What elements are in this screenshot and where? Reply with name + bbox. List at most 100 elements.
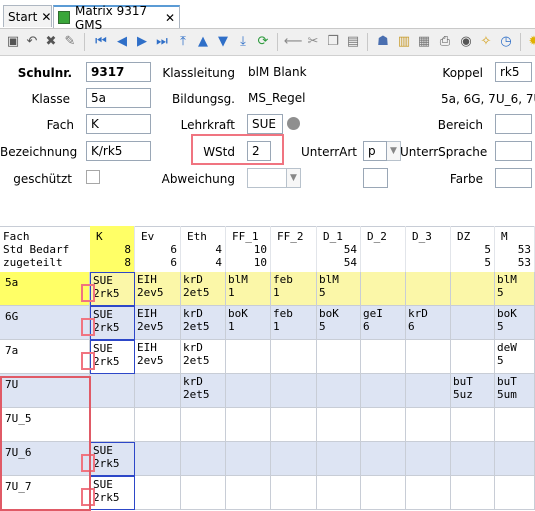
column-header[interactable]: FF_1 10 10 (226, 226, 271, 272)
grid-cell[interactable] (361, 340, 406, 374)
grid-cell[interactable]: boK 1 (226, 306, 271, 340)
grid-cell[interactable] (271, 340, 317, 374)
column-header[interactable]: D_2 (361, 226, 406, 272)
grid-cell[interactable] (317, 374, 361, 408)
grid-cell[interactable] (451, 476, 495, 510)
grid-cell[interactable]: buT 5uz (451, 374, 495, 408)
chevron-down-icon[interactable]: ▼ (287, 168, 301, 188)
lightbulb-icon[interactable]: ✹ (526, 34, 535, 50)
grid-cell[interactable]: krD 2et5 (181, 272, 226, 306)
close-icon[interactable]: ✕ (41, 10, 51, 24)
prev-icon[interactable]: ◀ (114, 34, 130, 50)
bereich-field[interactable] (495, 114, 532, 134)
grid-cell[interactable]: deW 5 (495, 340, 535, 374)
column-header[interactable]: Ev 6 6 (135, 226, 181, 272)
grid-cell[interactable] (135, 374, 181, 408)
grid-cell[interactable]: blM 5 (317, 272, 361, 306)
grid-cell[interactable] (361, 442, 406, 476)
unterrsprache-field[interactable] (495, 141, 532, 161)
last-icon[interactable]: ⏭ (154, 34, 170, 50)
clean-icon[interactable]: ✧ (478, 34, 494, 50)
grid-cell[interactable] (181, 442, 226, 476)
geschuetzt-checkbox[interactable] (86, 170, 100, 184)
filter-doc-icon[interactable]: ▦ (416, 34, 432, 50)
grid-cell[interactable]: EIH 2ev5 (135, 272, 181, 306)
column-header[interactable]: DZ 5 5 (451, 226, 495, 272)
grid-cell[interactable]: feb 1 (271, 272, 317, 306)
grid-cell[interactable] (406, 340, 451, 374)
down-icon[interactable]: ▼ (215, 34, 231, 50)
grid-cell[interactable] (181, 408, 226, 442)
schulnr-field[interactable]: 9317 (86, 62, 151, 82)
grid-cell[interactable] (271, 408, 317, 442)
grid-cell[interactable] (317, 408, 361, 442)
fach-field[interactable]: K (86, 114, 151, 134)
row-label[interactable]: 5a (0, 272, 90, 306)
grid-cell[interactable]: blM 5 (495, 272, 535, 306)
grid-cell[interactable] (451, 408, 495, 442)
abweichung-select[interactable] (247, 168, 287, 188)
edit-list-icon[interactable]: ✎ (62, 34, 78, 50)
grid-cell[interactable] (317, 476, 361, 510)
grid-cell[interactable] (361, 272, 406, 306)
grid-cell[interactable] (271, 442, 317, 476)
grid-cell[interactable] (135, 408, 181, 442)
grid-cell[interactable] (226, 374, 271, 408)
refresh-icon[interactable]: ⟳ (255, 34, 271, 50)
grid-cell[interactable]: boK 5 (317, 306, 361, 340)
grid-cell[interactable] (226, 476, 271, 510)
report-icon[interactable]: ▥ (396, 34, 412, 50)
column-header[interactable]: M 53 53 (495, 226, 535, 272)
abweichung-extra-field[interactable] (363, 168, 388, 188)
grid-cell[interactable]: geI 6 (361, 306, 406, 340)
grid-cell[interactable] (451, 340, 495, 374)
close-doc-icon[interactable]: ✖ (43, 34, 59, 50)
row-label[interactable]: 6G (0, 306, 90, 340)
grid-cell[interactable] (181, 476, 226, 510)
grid-cell[interactable]: EIH 2ev5 (135, 340, 181, 374)
grid-cell[interactable] (495, 442, 535, 476)
back-arrow-icon[interactable]: ⟵ (284, 34, 303, 50)
copy-icon[interactable]: ❐ (325, 34, 341, 50)
farbe-field[interactable] (495, 168, 532, 188)
column-header[interactable]: K 88 (90, 226, 135, 272)
koppel-field[interactable]: rk5 (495, 62, 532, 82)
grid-cell[interactable]: EIH 2ev5 (135, 306, 181, 340)
grid-cell[interactable] (317, 442, 361, 476)
grid-cell[interactable]: krD 2et5 (181, 306, 226, 340)
grid-cell[interactable]: krD 2et5 (181, 374, 226, 408)
grid-cell[interactable] (90, 408, 135, 442)
grid-cell[interactable] (361, 476, 406, 510)
next-icon[interactable]: ▶ (134, 34, 150, 50)
grid-cell[interactable] (406, 374, 451, 408)
grid-cell[interactable] (495, 476, 535, 510)
grid-cell[interactable] (406, 272, 451, 306)
tab-start[interactable]: Start ✕ (3, 5, 52, 27)
grid-cell[interactable]: SUE 2rk5 (90, 306, 135, 340)
grid-cell[interactable]: krD 6 (406, 306, 451, 340)
grid-cell[interactable] (271, 476, 317, 510)
grid-cell[interactable] (317, 340, 361, 374)
grid-cell[interactable] (406, 408, 451, 442)
grid-cell[interactable] (406, 442, 451, 476)
grid-cell[interactable]: SUE 2rk5 (90, 476, 135, 510)
tab-matrix[interactable]: Matrix 9317 GMS ✕ (53, 4, 180, 32)
save-icon[interactable]: ▣ (5, 34, 21, 50)
grid-cell[interactable]: SUE 2rk5 (90, 340, 135, 374)
grid-cell[interactable] (495, 408, 535, 442)
column-header[interactable]: FF_2 (271, 226, 317, 272)
grid-cell[interactable]: boK 5 (495, 306, 535, 340)
up-icon[interactable]: ▲ (195, 34, 211, 50)
grid-cell[interactable] (135, 476, 181, 510)
print-icon[interactable]: ⎙ (437, 34, 453, 50)
grid-cell[interactable]: krD 2et5 (181, 340, 226, 374)
grid-cell[interactable] (226, 340, 271, 374)
paste-icon[interactable]: ▤ (345, 34, 361, 50)
unterrart-select[interactable]: p (363, 141, 387, 161)
klasse-field[interactable]: 5a (86, 88, 151, 108)
grid-cell[interactable] (451, 272, 495, 306)
lehrkraft-field[interactable]: SUE (247, 114, 283, 134)
first-icon[interactable]: ⏮ (93, 34, 109, 50)
grid-cell[interactable]: SUE 2rk5 (90, 272, 135, 306)
undo-icon[interactable]: ↶ (24, 34, 40, 50)
